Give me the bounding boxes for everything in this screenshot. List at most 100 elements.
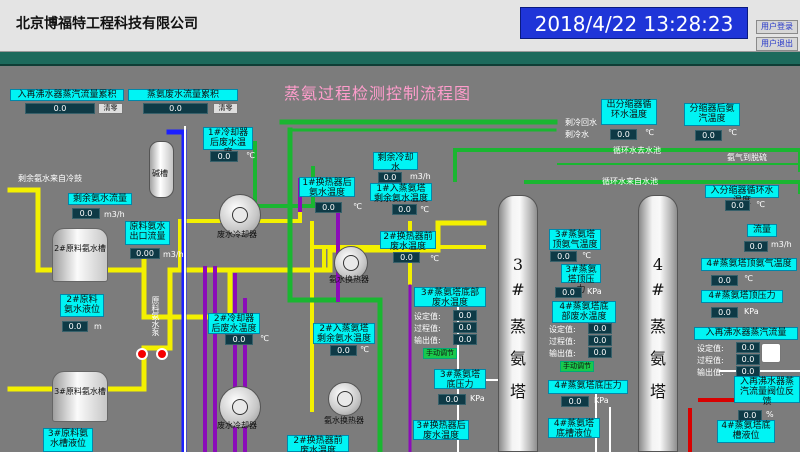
tower-4-bottom-pressure-value: 0.0 xyxy=(561,396,589,407)
reboiler-pv-value: 0.0 xyxy=(736,354,760,365)
tower-3-bottom-pressure-label: 3#蒸氨塔底压力 xyxy=(434,369,486,390)
exchanger-1-label: 1#换热器后氨水温度 xyxy=(299,177,355,198)
tower-4-level-label: 4#蒸氨塔底槽液位 xyxy=(548,418,600,439)
tower-4-out-value: 0.0 xyxy=(588,347,612,358)
circulation-in-label: 剩冷水 xyxy=(565,130,589,139)
tower-3-set-label: 设定值: xyxy=(414,312,441,321)
dist-water-unit: ℃ xyxy=(645,128,654,137)
tower-4-manual-button[interactable]: 手动调节 xyxy=(560,361,594,372)
tower-4-pv-label: 过程值: xyxy=(549,337,576,346)
tower-3-char-3: 蒸 xyxy=(509,317,526,336)
dist-gas-unit: ℃ xyxy=(728,128,737,137)
exchanger-1-wall-label: 2#换热器前废水温度 xyxy=(380,231,436,252)
raw-level-2-unit: m xyxy=(94,322,102,331)
exchanger-1-wall-value: 0.0 xyxy=(393,252,420,263)
tower-4-top-pressure-label: 4#蒸氨塔顶压力 xyxy=(701,290,783,303)
raw-tank-3: 3#原料氨水槽 xyxy=(52,371,108,422)
exchanger-2-in-unit: ℃ xyxy=(360,345,369,354)
tower-3-top-pressure-label: 3#蒸氨塔顶压力 xyxy=(561,264,601,295)
tower-4-char-2: # xyxy=(651,280,665,299)
tower-4-set-value: 0.0 xyxy=(588,323,612,334)
tower-3-manual-button[interactable]: 手动调节 xyxy=(423,348,457,359)
cooler-2-temp-label: 2#冷却器后废水温度 xyxy=(208,313,260,334)
tower-4-char-5: 塔 xyxy=(649,382,666,401)
tower-4-char-3: 蒸 xyxy=(649,317,666,336)
flow-value: 0.0 xyxy=(744,241,768,252)
in-dist-label: 入分缩器循环水温度 xyxy=(705,185,779,206)
reboiler-label: 入再沸水器蒸汽流量 xyxy=(694,327,798,340)
pipeline-diagram xyxy=(7,119,800,452)
tower-3-pv-label: 过程值: xyxy=(414,324,441,333)
tower-3-bottom-label: 3#蒸氨塔底部废水温度 xyxy=(414,287,486,308)
exchanger-2-in-value: 0.0 xyxy=(330,345,357,356)
tower-4-top-pressure-value: 0.0 xyxy=(711,307,738,318)
dist-gas-value: 0.0 xyxy=(695,130,722,141)
pump-lamp-1[interactable] xyxy=(136,348,148,360)
flow-unit: m3/h xyxy=(771,240,792,249)
tower-4-top-temp-value: 0.0 xyxy=(711,275,738,286)
exchanger-2-name: 氨水换热器 xyxy=(324,416,364,425)
tower-3-char-4: 氨 xyxy=(509,349,526,368)
circulation-back-label: 剩冷回水 xyxy=(565,118,597,127)
tower-3-top-temp-label: 3#蒸氨塔顶氨气温度 xyxy=(549,229,601,250)
raw-pump-label: 原料氨水泵 xyxy=(151,296,160,336)
in-dist-unit: ℃ xyxy=(756,200,765,209)
residual-cool-label: 剩余冷却水 xyxy=(373,152,418,173)
tower-3-set-value: 0.0 xyxy=(453,310,477,321)
tower-3-out-value: 0.0 xyxy=(453,334,477,345)
tower-4-pv-value: 0.0 xyxy=(588,335,612,346)
tower-4-bottom-pressure-unit: KPa xyxy=(594,396,609,405)
tower-3-bottom-pressure-unit: KPa xyxy=(470,394,485,403)
tower-3-top-pressure-value: 0.0 xyxy=(555,287,582,298)
circ-water-in-label: 循环水来自水池 xyxy=(602,177,658,186)
reboiler-valve-label: 入再沸水器蒸汽流量阀位反馈 xyxy=(734,376,800,407)
exchanger-3-waste-label: 3#换热器后废水温度 xyxy=(413,420,469,441)
dist-gas-label: 分缩器后氨汽温度 xyxy=(684,103,740,126)
exchanger-1-in-unit: ℃ xyxy=(420,205,429,214)
raw-level-2-value: 0.0 xyxy=(62,321,88,332)
tower-4-bottom-pressure-label: 4#蒸氨塔底压力 xyxy=(548,380,628,394)
reboiler-set-label: 设定值: xyxy=(697,344,724,353)
residual-flow-label: 剩余氨水流量 xyxy=(68,193,132,205)
tower-4-top-temp-unit: ℃ xyxy=(744,274,753,283)
exchanger-1-in-label: 1#入蒸氨塔剩余氨水温度 xyxy=(370,183,432,204)
exchanger-1-wall-unit: ℃ xyxy=(430,254,439,263)
tower-3-out-label: 输出值: xyxy=(414,336,441,345)
tower-3-char-1: 3 xyxy=(512,255,524,274)
tower-3-top-temp-unit: ℃ xyxy=(582,251,591,260)
tower-3-char-2: # xyxy=(511,280,525,299)
exchanger-1-unit: ℃ xyxy=(353,202,362,211)
raw-outlet-value: 0.00 xyxy=(130,248,160,259)
pump-lamp-2[interactable] xyxy=(156,348,168,360)
exchanger-1-in-value: 0.0 xyxy=(392,204,417,215)
tower-3-top-temp-value: 0.0 xyxy=(550,251,577,262)
tower-3-bottom-pressure-value: 0.0 xyxy=(438,394,466,405)
tower-4-bottom-label: 4#蒸氨塔底部废水温度 xyxy=(552,301,616,323)
dist-water-value: 0.0 xyxy=(610,129,637,140)
raw-tank-2: 2#原料氨水槽 xyxy=(52,228,108,282)
alkali-tank-label: 碱槽 xyxy=(152,169,168,178)
cooler-1-label: 废水冷却器 xyxy=(217,230,257,239)
raw-outlet-label: 原料氨水出口流量 xyxy=(125,221,170,245)
residual-cool-value: 0.0 xyxy=(378,172,402,183)
exchanger-2 xyxy=(328,382,362,416)
reboiler-out-label: 输出值: xyxy=(697,368,724,377)
raw-level-3-label: 3#原料氨水槽液位 xyxy=(43,428,93,452)
tower-4-out-label: 输出值: xyxy=(549,349,576,358)
gas-to-tank-label: 氨气到脱硫 xyxy=(727,153,767,162)
tower-3-top-pressure-unit: KPa xyxy=(587,287,602,296)
process-screen: 北京博福特工程科技有限公司 2018/4/22 13:28:23 用户登录 用户… xyxy=(0,0,800,452)
exchanger-2-waste-label: 2#换热器前废水温度 xyxy=(287,435,349,452)
tower-4-top-pressure-unit: KPa xyxy=(744,307,759,316)
raw-level-2-label: 2#原料氨水液位 xyxy=(60,294,104,317)
tower-4-waste-label: 4#蒸氨塔底槽液位 xyxy=(717,420,775,443)
tower-3-char-5: 塔 xyxy=(509,382,526,401)
cooler-1-temp-unit: ℃ xyxy=(246,151,255,160)
tower-4-char-4: 氨 xyxy=(649,349,666,368)
cooler-1-temp-value: 0.0 xyxy=(210,151,238,162)
dist-water-label: 出分缩器循环水温度 xyxy=(601,99,657,125)
reboiler-toggle[interactable] xyxy=(761,343,781,363)
raw-outlet-unit: m3/h xyxy=(163,250,184,259)
residual-in-label: 剩余氨水来自冷鼓 xyxy=(18,174,82,183)
exchanger-1-value: 0.0 xyxy=(315,202,342,213)
